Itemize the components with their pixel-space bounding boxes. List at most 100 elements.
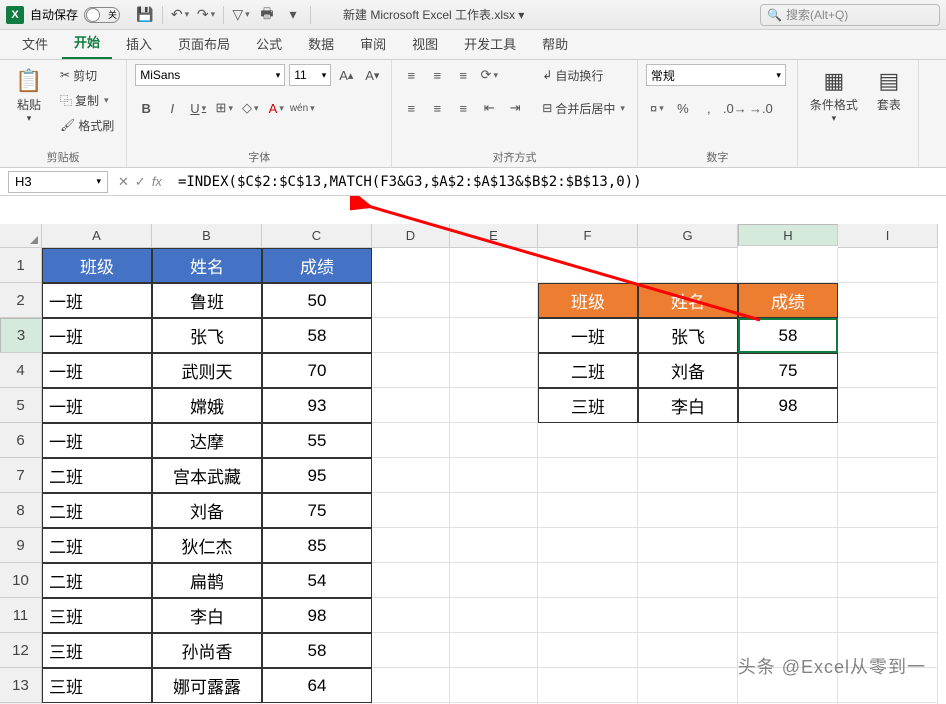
cell[interactable]: 李白	[638, 388, 738, 423]
cell[interactable]	[638, 563, 738, 598]
row-header-6[interactable]: 6	[0, 423, 42, 458]
col-header-C[interactable]: C	[262, 224, 372, 248]
fx-icon[interactable]: fx	[152, 174, 162, 189]
cell[interactable]: 达摩	[152, 423, 262, 458]
merge-center-button[interactable]: ⊟合并后居中	[538, 97, 629, 119]
cell[interactable]	[738, 248, 838, 283]
cell[interactable]: 张飞	[152, 318, 262, 353]
paste-button[interactable]: 📋 粘贴 ▾	[8, 64, 50, 128]
cell[interactable]: 一班	[42, 388, 152, 423]
formula-input[interactable]	[172, 171, 946, 193]
format-painter-button[interactable]: 🖌格式刷	[56, 114, 118, 136]
cell[interactable]	[838, 458, 938, 493]
cell[interactable]: 一班	[42, 423, 152, 458]
row-header-12[interactable]: 12	[0, 633, 42, 668]
cell[interactable]	[372, 318, 450, 353]
col-header-E[interactable]: E	[450, 224, 538, 248]
cell[interactable]	[538, 528, 638, 563]
cell[interactable]	[838, 248, 938, 283]
row-header-10[interactable]: 10	[0, 563, 42, 598]
tab-developer[interactable]: 开发工具	[452, 28, 528, 59]
cell[interactable]: 三班	[42, 598, 152, 633]
cell[interactable]: 二班	[42, 563, 152, 598]
col-header-A[interactable]: A	[42, 224, 152, 248]
cell[interactable]: 三班	[42, 668, 152, 703]
copy-button[interactable]: ⿻复制	[56, 89, 118, 111]
cell[interactable]	[372, 493, 450, 528]
tab-data[interactable]: 数据	[296, 28, 346, 59]
cell[interactable]	[538, 563, 638, 598]
align-bottom-icon[interactable]: ≡	[452, 64, 474, 86]
col-header-D[interactable]: D	[372, 224, 450, 248]
cell[interactable]: 成绩	[262, 248, 372, 283]
cell[interactable]: 70	[262, 353, 372, 388]
cell[interactable]	[838, 283, 938, 318]
align-top-icon[interactable]: ≡	[400, 64, 422, 86]
tab-insert[interactable]: 插入	[114, 28, 164, 59]
cell[interactable]: 嫦娥	[152, 388, 262, 423]
cell[interactable]: 刘备	[152, 493, 262, 528]
row-header-8[interactable]: 8	[0, 493, 42, 528]
cell[interactable]: 75	[262, 493, 372, 528]
tab-formulas[interactable]: 公式	[244, 28, 294, 59]
cell[interactable]: 鲁班	[152, 283, 262, 318]
cell[interactable]	[450, 318, 538, 353]
cell[interactable]	[838, 563, 938, 598]
bold-button[interactable]: B	[135, 97, 157, 119]
cell[interactable]: 58	[262, 318, 372, 353]
cell[interactable]	[450, 248, 538, 283]
col-header-B[interactable]: B	[152, 224, 262, 248]
align-middle-icon[interactable]: ≡	[426, 64, 448, 86]
cell[interactable]: 狄仁杰	[152, 528, 262, 563]
cell[interactable]: 扁鹊	[152, 563, 262, 598]
cell[interactable]: 58	[262, 633, 372, 668]
cell[interactable]: 55	[262, 423, 372, 458]
qat-more-icon[interactable]: ▾	[282, 4, 304, 26]
cell[interactable]: 班级	[538, 283, 638, 318]
row-header-1[interactable]: 1	[0, 248, 42, 283]
cell[interactable]	[450, 353, 538, 388]
cell[interactable]: 娜可露露	[152, 668, 262, 703]
cell[interactable]	[638, 668, 738, 703]
row-header-7[interactable]: 7	[0, 458, 42, 493]
cell[interactable]	[638, 458, 738, 493]
tab-review[interactable]: 审阅	[348, 28, 398, 59]
cell[interactable]: 54	[262, 563, 372, 598]
conditional-format-button[interactable]: ▦ 条件格式 ▾	[806, 64, 862, 128]
cut-button[interactable]: ✂剪切	[56, 64, 118, 86]
cell[interactable]: 姓名	[638, 283, 738, 318]
undo-icon[interactable]: ↶	[169, 4, 191, 26]
tab-home[interactable]: 开始	[62, 26, 112, 59]
phonetic-button[interactable]: wén	[291, 97, 313, 119]
wrap-text-button[interactable]: ↲自动换行	[538, 64, 629, 86]
currency-icon[interactable]: ¤	[646, 97, 668, 119]
cell[interactable]	[538, 423, 638, 458]
cell[interactable]: 二班	[42, 528, 152, 563]
cell[interactable]: 95	[262, 458, 372, 493]
align-center-icon[interactable]: ≡	[426, 97, 448, 119]
cell[interactable]	[838, 423, 938, 458]
cell[interactable]	[738, 598, 838, 633]
toggle-switch[interactable]: 关	[84, 7, 120, 23]
cell[interactable]: 一班	[538, 318, 638, 353]
cell[interactable]	[538, 668, 638, 703]
cell[interactable]: 孙尚香	[152, 633, 262, 668]
cell[interactable]	[838, 318, 938, 353]
row-header-3[interactable]: 3	[0, 318, 42, 353]
cell[interactable]: 一班	[42, 353, 152, 388]
align-right-icon[interactable]: ≡	[452, 97, 474, 119]
cell[interactable]	[372, 563, 450, 598]
cell[interactable]: 一班	[42, 318, 152, 353]
cell[interactable]: 成绩	[738, 283, 838, 318]
row-header-13[interactable]: 13	[0, 668, 42, 703]
align-left-icon[interactable]: ≡	[400, 97, 422, 119]
cell[interactable]: 宫本武藏	[152, 458, 262, 493]
cell[interactable]	[838, 388, 938, 423]
cell[interactable]: 二班	[42, 493, 152, 528]
cell[interactable]	[638, 528, 738, 563]
row-header-5[interactable]: 5	[0, 388, 42, 423]
cell[interactable]	[372, 353, 450, 388]
cell[interactable]	[372, 388, 450, 423]
percent-icon[interactable]: %	[672, 97, 694, 119]
confirm-formula-icon[interactable]: ✓	[135, 174, 146, 190]
